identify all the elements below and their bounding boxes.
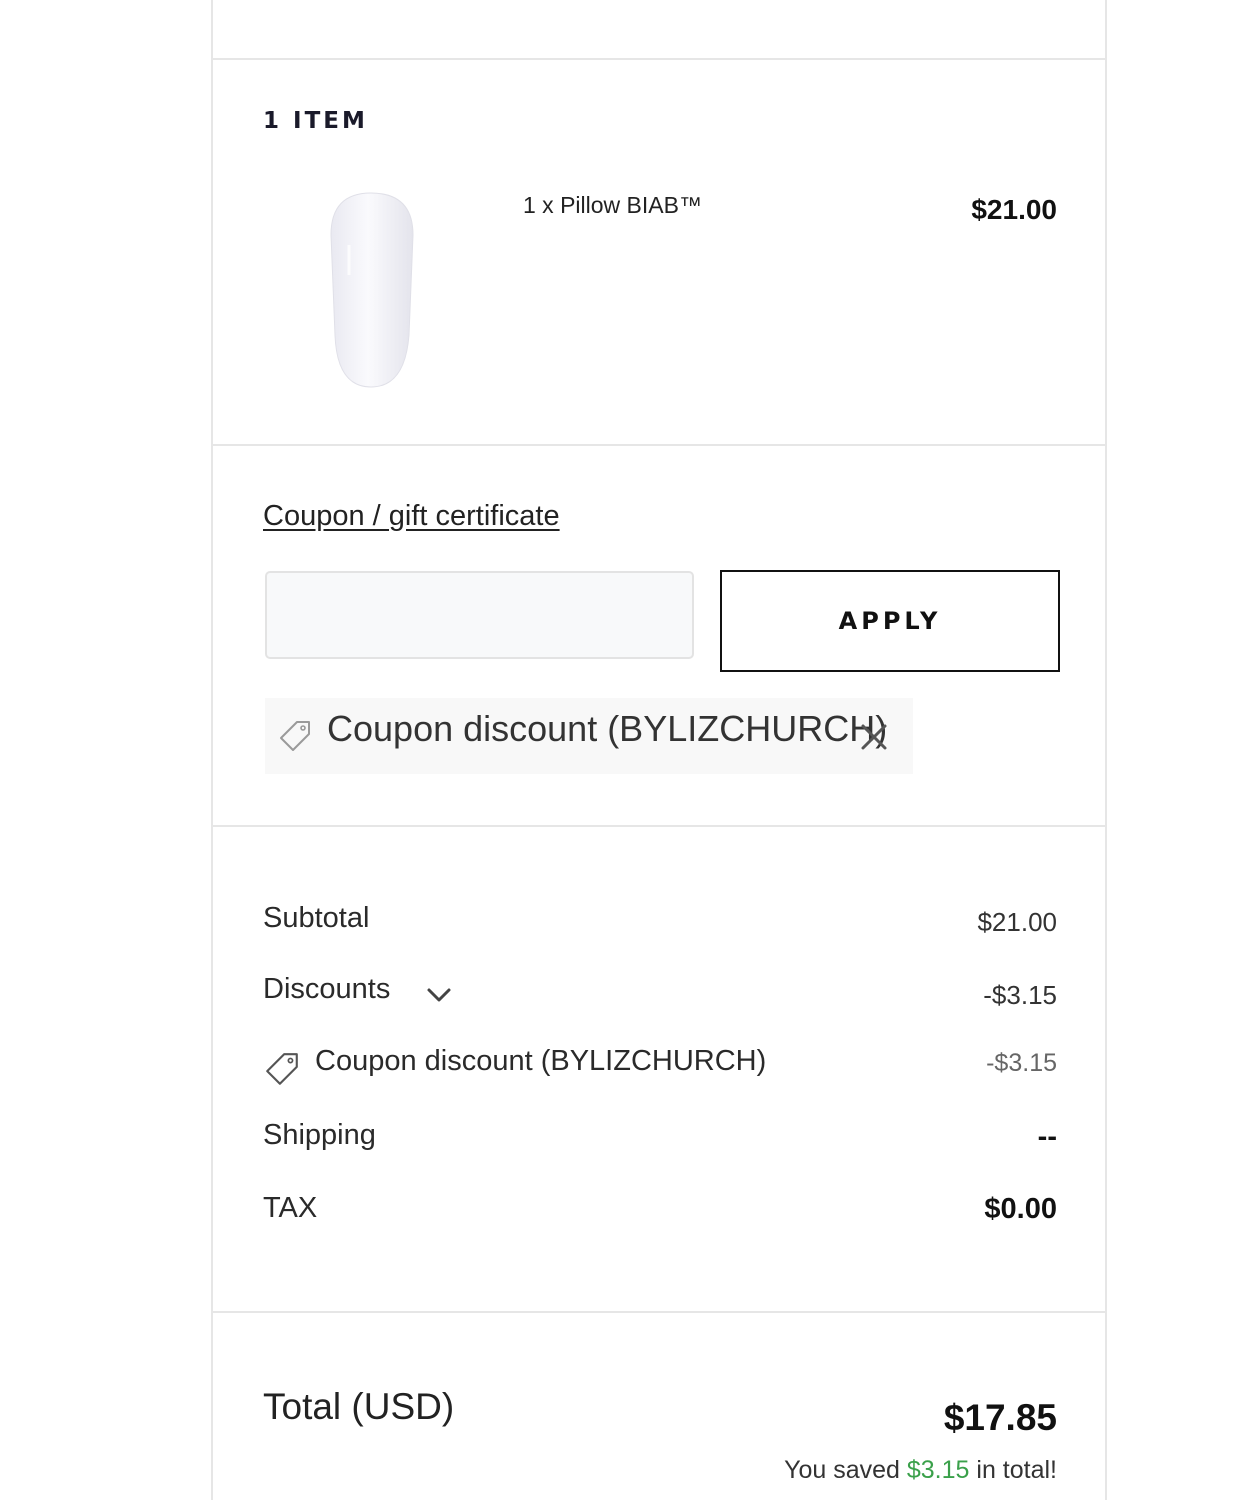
product-image — [330, 192, 414, 388]
coupon-discount-row-value: -$3.15 — [986, 1049, 1057, 1077]
apply-coupon-button[interactable]: APPLY — [720, 570, 1060, 672]
savings-prefix: You saved — [784, 1456, 907, 1484]
savings-amount: $3.15 — [906, 1456, 970, 1484]
tag-icon — [266, 1053, 298, 1085]
product-price: $21.00 — [971, 194, 1057, 225]
applied-coupon-label: Coupon discount (BYLIZCHURCH) — [327, 708, 888, 749]
applied-coupon-chip: Coupon discount (BYLIZCHURCH) — [265, 698, 913, 774]
subtotal-label: Subtotal — [263, 902, 370, 934]
savings-message: You saved $3.15 in total! — [784, 1456, 1057, 1485]
savings-suffix: in total! — [969, 1456, 1057, 1484]
chevron-down-icon[interactable] — [425, 985, 453, 1005]
coupon-gift-certificate-link[interactable]: Coupon / gift certificate — [263, 500, 560, 533]
discounts-value: -$3.15 — [983, 980, 1057, 1010]
coupon-discount-row-label: Coupon discount (BYLIZCHURCH) — [315, 1045, 767, 1077]
divider — [213, 444, 1105, 446]
subtotal-value: $21.00 — [977, 907, 1057, 937]
shipping-label: Shipping — [263, 1119, 376, 1151]
divider — [213, 1311, 1105, 1313]
divider — [213, 58, 1105, 60]
total-label: Total (USD) — [263, 1386, 455, 1427]
close-icon[interactable] — [857, 720, 891, 754]
total-value: $17.85 — [943, 1397, 1057, 1438]
items-count-heading: 1 ITEM — [263, 108, 368, 134]
tax-label: TAX — [263, 1192, 318, 1224]
product-name[interactable]: 1 x Pillow BIAB™ — [523, 192, 702, 219]
shipping-value: -- — [1037, 1121, 1057, 1153]
tag-icon — [280, 721, 310, 751]
coupon-code-input[interactable] — [265, 571, 694, 659]
divider — [213, 825, 1105, 827]
discounts-label[interactable]: Discounts — [263, 973, 390, 1006]
order-summary-panel: 1 ITEM 1 x Pillow BIAB™ $21.00 Coupon / … — [211, 0, 1107, 1500]
tax-value: $0.00 — [984, 1193, 1057, 1225]
